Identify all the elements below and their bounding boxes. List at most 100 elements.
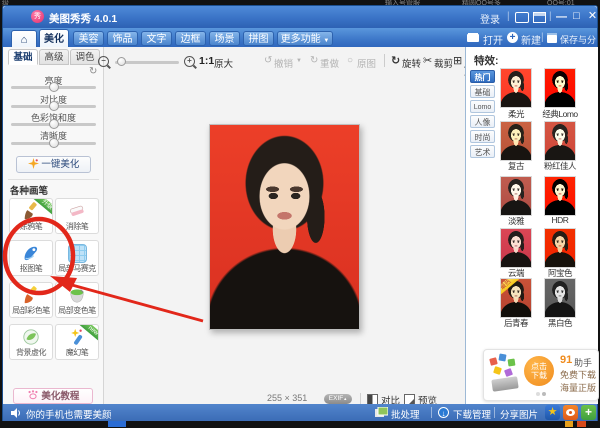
panel-tab-advanced[interactable]: 高级	[39, 49, 69, 65]
tab-beauty[interactable]: 美容	[73, 31, 104, 46]
sharpness-slider[interactable]	[11, 138, 96, 148]
tab-frame[interactable]: 边框	[175, 31, 206, 46]
tab-text[interactable]: 文字	[141, 31, 172, 46]
download-manager-button[interactable]: 下载管理	[453, 407, 491, 421]
saturation-slider[interactable]	[11, 119, 96, 129]
original-button[interactable]: 原图	[357, 56, 376, 70]
tool-label: 背景虚化	[16, 348, 47, 357]
effect-thumb[interactable]	[500, 176, 532, 216]
original-icon: ○	[347, 55, 354, 66]
effect-thumb[interactable]	[500, 68, 532, 108]
effect-thumb[interactable]	[544, 121, 576, 161]
tool-doodle-pen[interactable]: 涂鸦笔 升级	[9, 198, 53, 234]
maximize-button[interactable]: □	[570, 10, 583, 22]
save-disk-icon	[547, 33, 557, 43]
close-button[interactable]: ✕	[586, 10, 599, 22]
open-folder-icon	[467, 34, 479, 42]
edited-photo[interactable]	[209, 124, 360, 330]
panel-tab-basic[interactable]: 基础	[8, 49, 38, 65]
tool-erase-pen[interactable]: 消除笔	[55, 198, 99, 234]
one-key-beautify-button[interactable]: 一键美化	[16, 156, 91, 173]
feedback-chat-icon[interactable]	[515, 12, 529, 23]
fx-tab-fashion[interactable]: 时尚	[470, 130, 495, 143]
divider	[360, 393, 361, 404]
contrast-slider[interactable]	[11, 101, 96, 111]
tool-magic-pen[interactable]: 魔幻笔 new	[55, 324, 99, 360]
minimize-button[interactable]: —	[555, 11, 568, 23]
fx-tab-basic[interactable]: 基础	[470, 85, 495, 98]
login-link[interactable]: 登录	[480, 11, 500, 26]
fx-tab-portrait[interactable]: 人像	[470, 115, 495, 128]
slider-knob[interactable]	[49, 101, 59, 111]
rotate-button[interactable]: 旋转	[402, 56, 421, 70]
effect-thumb[interactable]	[544, 278, 576, 318]
undo-button[interactable]: 撤销	[274, 56, 293, 70]
tool-cutout-pen[interactable]: 抠图笔	[9, 240, 53, 276]
undo-icon: ↺	[264, 55, 273, 66]
tab-scene[interactable]: 场景	[209, 31, 240, 46]
slider-knob[interactable]	[49, 138, 59, 148]
qzone-share-icon[interactable]: ★	[545, 405, 560, 420]
batch-button[interactable]: 批处理	[391, 407, 420, 421]
taskbar-fragment	[565, 421, 573, 427]
tool-partial-color-pen[interactable]: 局部彩色笔	[9, 282, 53, 318]
tool-partial-mosaic[interactable]: 局部马赛克	[55, 240, 99, 276]
share-picture-button[interactable]: 分享图片	[500, 407, 538, 421]
zoom-slider-knob[interactable]	[117, 57, 126, 66]
tab-more-features[interactable]: 更多功能 ▼	[277, 31, 333, 46]
zoom-ratio[interactable]: 1:1	[199, 55, 214, 67]
crop-button[interactable]: 裁剪	[434, 56, 453, 70]
effect-thumb[interactable]	[544, 176, 576, 216]
window-title: 美图秀秀 4.0.1	[49, 13, 118, 25]
app-window: 秀 美图秀秀 4.0.1 登录 | | — □ ✕ ⌂ 美化 美容 饰品 文字 …	[2, 5, 599, 421]
skin-icon[interactable]	[533, 12, 546, 23]
ad-banner[interactable]: 点击下载 91 助手 免费下载 海量正版	[483, 349, 599, 401]
zoom-in-icon[interactable]: +	[184, 56, 195, 67]
effect-thumb[interactable]	[544, 68, 576, 108]
download-manager-icon: ↓	[438, 407, 449, 418]
add-share-icon[interactable]: +	[581, 405, 596, 420]
effect-thumb[interactable]	[500, 228, 532, 268]
zoom-original-label[interactable]: 原大	[214, 56, 233, 70]
speaker-icon	[11, 408, 20, 418]
effect-thumb[interactable]: 最热	[500, 278, 532, 318]
panel-tab-tone[interactable]: 调色	[70, 49, 100, 65]
fx-tab-art[interactable]: 艺术	[470, 145, 495, 158]
fx-tab-lomo[interactable]: Lomo	[470, 100, 495, 113]
tab-decor[interactable]: 饰品	[107, 31, 138, 46]
rotate-icon: ↻	[391, 55, 401, 67]
tab-beautify[interactable]: 美化	[39, 29, 69, 48]
divider	[8, 179, 99, 180]
slider-knob[interactable]	[49, 119, 59, 129]
tab-home[interactable]: ⌂	[11, 30, 37, 48]
blur-lens-icon	[10, 327, 52, 347]
brightness-slider[interactable]	[11, 82, 96, 92]
image-size: 255 × 351	[267, 393, 308, 403]
zoom-out-icon[interactable]: −	[98, 56, 109, 67]
redo-button[interactable]: 重做	[320, 56, 339, 70]
new-button[interactable]: 新建	[521, 32, 541, 47]
crop-icon: ✂	[423, 55, 433, 67]
weibo-share-icon[interactable]	[563, 405, 578, 420]
slider-knob[interactable]	[49, 82, 59, 92]
effect-label: 后青春	[503, 318, 529, 328]
zoom-slider[interactable]	[115, 57, 179, 66]
adjust-panel: 基础 高级 调色 ↻ 亮度 对比度 色彩饱和度 清晰度 一键美化 各种画笔 涂鸦…	[3, 47, 104, 404]
tool-label: 消除笔	[65, 222, 89, 231]
ad-download-button[interactable]: 点击下载	[524, 356, 554, 386]
effect-thumb[interactable]	[500, 121, 532, 161]
fx-tab-hot[interactable]: 热门	[470, 70, 495, 83]
title-bar: 秀 美图秀秀 4.0.1 登录 | | — □ ✕	[3, 6, 597, 28]
divider	[494, 407, 495, 418]
chevron-down-icon[interactable]: ▼	[296, 58, 302, 64]
tutorial-button[interactable]: 美化教程	[13, 388, 93, 404]
effect-thumb[interactable]	[544, 228, 576, 268]
effect-label: 淡雅	[507, 216, 525, 226]
tool-background-blur[interactable]: 背景虚化	[9, 324, 53, 360]
open-button[interactable]: 打开	[483, 32, 503, 47]
exif-button[interactable]: EXIF▲	[324, 394, 352, 404]
promo-notice[interactable]: 你的手机也需要美颜	[26, 407, 112, 421]
tool-partial-recolor-pen[interactable]: 局部变色笔	[55, 282, 99, 318]
tab-collage[interactable]: 拼图	[243, 31, 274, 46]
main-tab-bar: ⌂ 美化 美容 饰品 文字 边框 场景 拼图 更多功能 ▼ 打开 + 新建 | …	[3, 28, 597, 58]
